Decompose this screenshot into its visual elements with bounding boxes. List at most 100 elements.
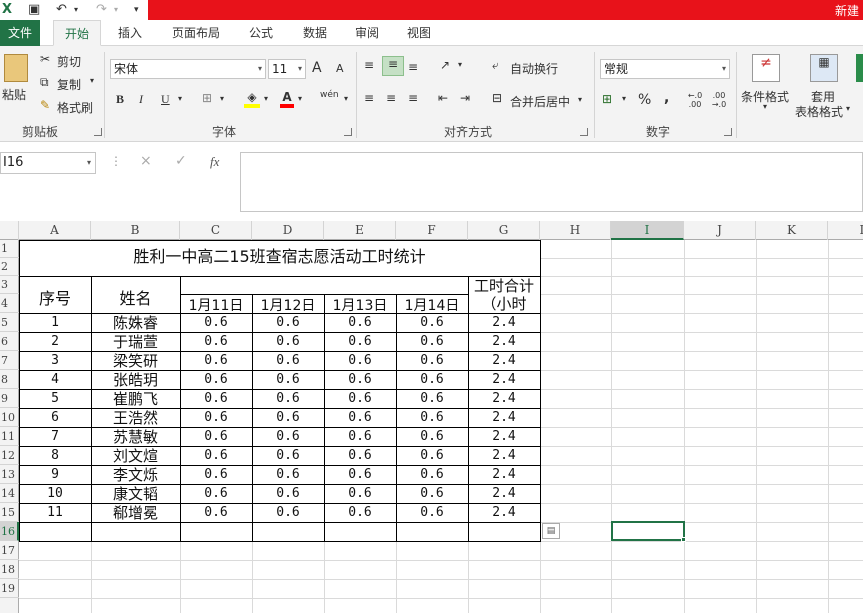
enter-button[interactable]: ✓ [175, 153, 187, 169]
paste-icon[interactable] [4, 54, 28, 82]
column-header-c[interactable]: C [180, 221, 252, 240]
cell-hours[interactable]: 0.6 [252, 485, 324, 503]
cell-total[interactable]: 2.4 [468, 447, 540, 465]
alignment-launcher-icon[interactable] [580, 128, 588, 136]
align-middle-icon[interactable]: ≡ [382, 56, 404, 76]
tab-insert[interactable]: 插入 [108, 20, 152, 46]
cell-hours[interactable]: 0.6 [396, 447, 468, 465]
row-header-12[interactable]: 12 [0, 446, 19, 465]
cell-total[interactable]: 2.4 [468, 485, 540, 503]
cell-hours[interactable]: 0.6 [180, 409, 252, 427]
grow-font-button[interactable]: A [312, 60, 322, 76]
column-header-d[interactable]: D [252, 221, 324, 240]
align-bottom-icon[interactable]: ≡ [408, 60, 418, 74]
row-header-1[interactable]: 1 [0, 240, 19, 258]
cell-hours[interactable]: 0.6 [180, 333, 252, 351]
formula-input[interactable] [240, 152, 863, 212]
row-header-7[interactable]: 7 [0, 351, 19, 370]
orientation-dropdown-icon[interactable]: ▾ [458, 60, 462, 69]
cell-total[interactable]: 2.4 [468, 390, 540, 408]
border-icon[interactable]: ⊞ [202, 91, 212, 105]
undo-dropdown-icon[interactable]: ▾ [74, 0, 78, 20]
cell-index[interactable]: 9 [19, 466, 91, 484]
cut-button[interactable]: 剪切 [57, 53, 81, 70]
merge-center-button[interactable]: 合并后居中 [510, 93, 570, 110]
cell-hours[interactable]: 0.6 [324, 314, 396, 332]
cell-hours[interactable]: 0.6 [180, 485, 252, 503]
cell-hours[interactable]: 0.6 [324, 504, 396, 522]
phonetic-button[interactable]: wén [320, 90, 339, 100]
cell-total[interactable]: 2.4 [468, 428, 540, 446]
fill-color-icon[interactable]: ◈ [244, 90, 260, 108]
row-header-9[interactable]: 9 [0, 389, 19, 408]
fill-color-dropdown-icon[interactable]: ▾ [264, 94, 268, 103]
cell-styles-icon[interactable] [856, 54, 863, 82]
row-header-13[interactable]: 13 [0, 465, 19, 484]
quick-analysis-icon[interactable]: ▤ [542, 523, 560, 539]
copy-dropdown-icon[interactable]: ▾ [90, 76, 94, 85]
number-format-select[interactable]: 常规 ▾ [600, 59, 730, 79]
cell-index[interactable]: 4 [19, 371, 91, 389]
row-header-15[interactable]: 15 [0, 503, 19, 522]
decrease-indent-icon[interactable]: ⇤ [438, 91, 448, 105]
cell-name[interactable]: 李文烁 [91, 466, 180, 484]
column-header-l[interactable]: L [828, 221, 863, 240]
paste-button[interactable]: 粘贴 [2, 86, 26, 103]
cell-hours[interactable]: 0.6 [324, 390, 396, 408]
cell-hours[interactable]: 0.6 [324, 371, 396, 389]
row-header-14[interactable]: 14 [0, 484, 19, 503]
cell-hours[interactable]: 0.6 [396, 504, 468, 522]
cell-index[interactable]: 6 [19, 409, 91, 427]
row-header-8[interactable]: 8 [0, 370, 19, 389]
cell-hours[interactable]: 0.6 [396, 466, 468, 484]
fill-handle[interactable] [681, 537, 686, 542]
cell-index[interactable]: 7 [19, 428, 91, 446]
tab-file[interactable]: 文件 [0, 20, 40, 46]
cell-hours[interactable]: 0.6 [396, 409, 468, 427]
row-header-4[interactable]: 4 [0, 294, 19, 313]
column-header-b[interactable]: B [91, 221, 180, 240]
selected-cell[interactable] [611, 521, 685, 541]
increase-decimal-button[interactable]: ←.0 .00 [686, 91, 704, 109]
column-header-k[interactable]: K [756, 221, 828, 240]
cell-hours[interactable]: 0.6 [180, 371, 252, 389]
decrease-decimal-button[interactable]: .00 →.0 [710, 91, 728, 109]
align-center-icon[interactable]: ≡ [386, 91, 396, 105]
cell-hours[interactable]: 0.6 [180, 352, 252, 370]
format-painter-button[interactable]: 格式刷 [57, 99, 93, 116]
row-header-5[interactable]: 5 [0, 313, 19, 332]
currency-icon[interactable]: ⊞ [602, 92, 612, 106]
align-top-icon[interactable]: ≡ [364, 58, 374, 72]
cell-hours[interactable]: 0.6 [252, 352, 324, 370]
bold-button[interactable]: B [116, 92, 124, 107]
select-all-corner[interactable] [0, 221, 19, 240]
cell-hours[interactable]: 0.6 [180, 314, 252, 332]
conditional-format-dropdown-icon[interactable]: ▾ [763, 102, 767, 111]
font-size-select[interactable]: 11 ▾ [268, 59, 306, 79]
cell-hours[interactable]: 0.6 [252, 428, 324, 446]
column-header-i[interactable]: I [611, 221, 684, 240]
row-header-3[interactable]: 3 [0, 276, 19, 294]
cell-hours[interactable]: 0.6 [180, 447, 252, 465]
underline-dropdown-icon[interactable]: ▾ [178, 94, 182, 103]
format-painter-icon[interactable]: ✎ [40, 98, 50, 112]
cell-hours[interactable]: 0.6 [252, 390, 324, 408]
cell-hours[interactable]: 0.6 [324, 485, 396, 503]
column-header-f[interactable]: F [396, 221, 468, 240]
cell-hours[interactable]: 0.6 [180, 428, 252, 446]
cell-index[interactable]: 11 [19, 504, 91, 522]
chevron-down-icon[interactable]: ▾ [87, 153, 91, 173]
column-header-e[interactable]: E [324, 221, 396, 240]
clipboard-launcher-icon[interactable] [94, 128, 102, 136]
cancel-button[interactable]: × [140, 153, 152, 169]
shrink-font-button[interactable]: A [336, 62, 344, 75]
cell-hours[interactable]: 0.6 [324, 352, 396, 370]
column-header-h[interactable]: H [540, 221, 611, 240]
cell-hours[interactable]: 0.6 [396, 333, 468, 351]
row-header-6[interactable]: 6 [0, 332, 19, 351]
cell-hours[interactable]: 0.6 [252, 409, 324, 427]
cell-hours[interactable]: 0.6 [180, 466, 252, 484]
row-header-10[interactable]: 10 [0, 408, 19, 427]
cell-total[interactable]: 2.4 [468, 371, 540, 389]
cell-hours[interactable]: 0.6 [324, 466, 396, 484]
